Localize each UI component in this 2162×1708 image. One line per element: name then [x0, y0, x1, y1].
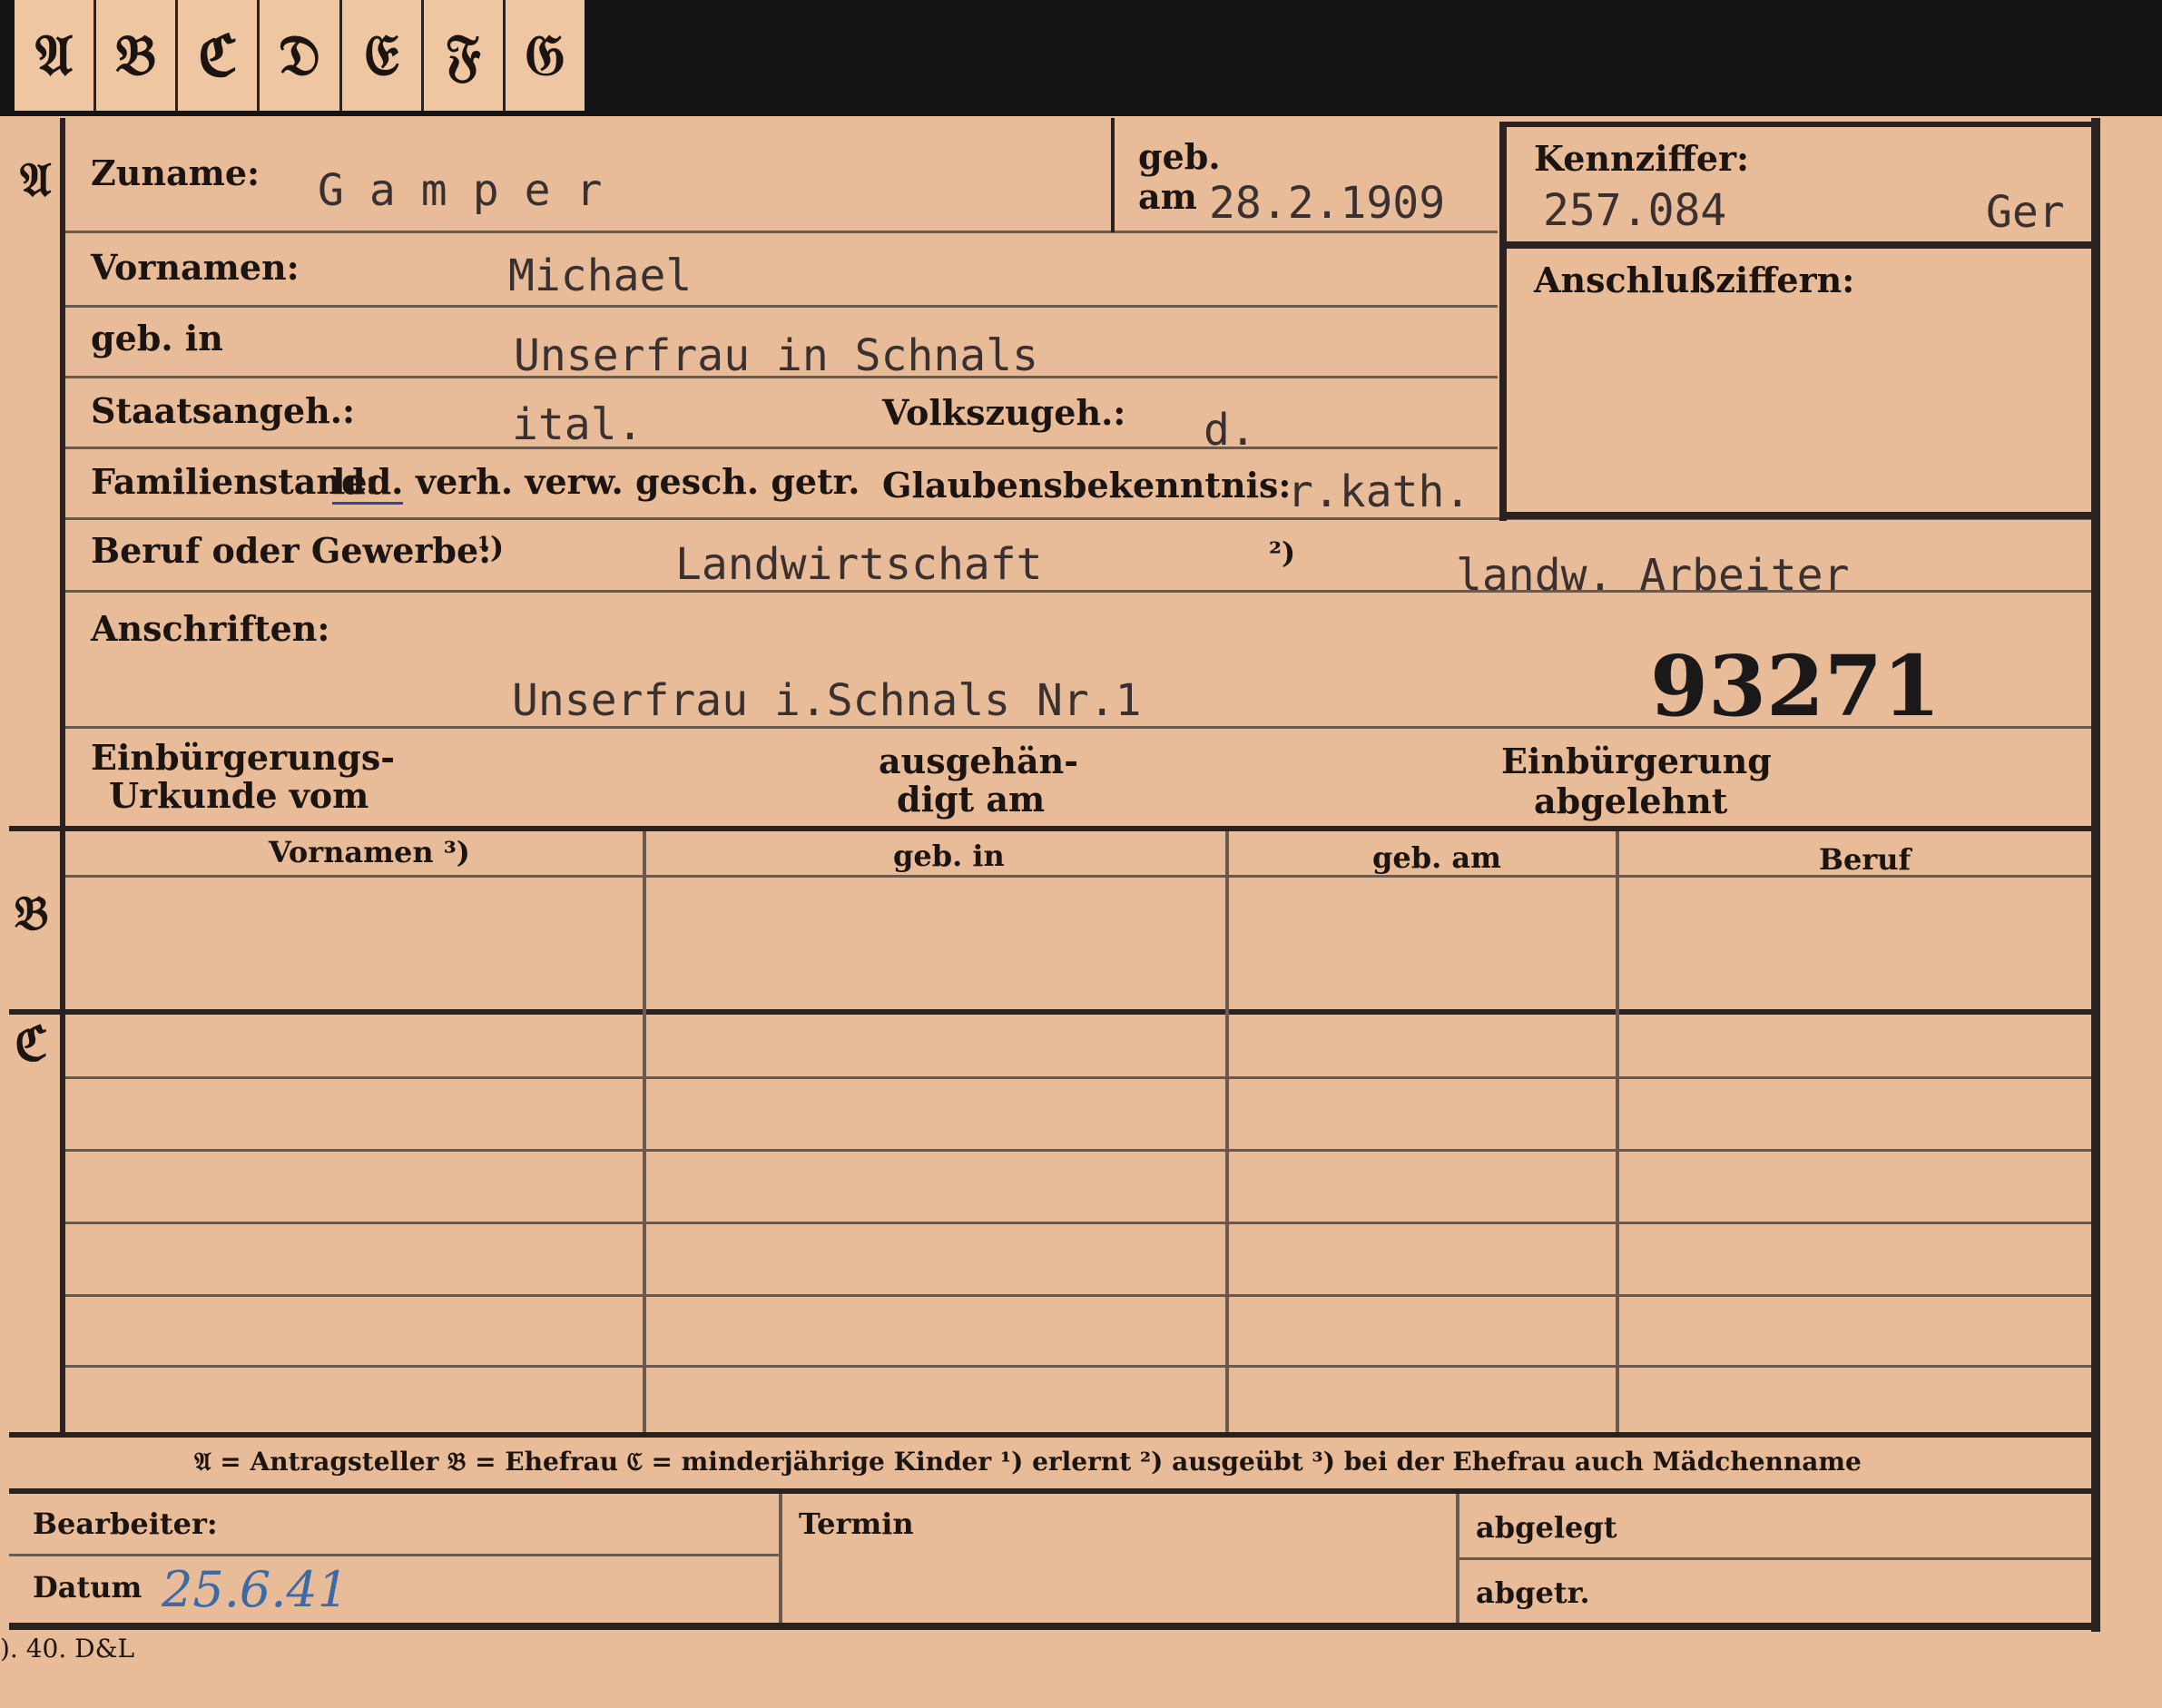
ausg-label-line2: digt am — [897, 779, 1046, 820]
rule — [65, 1222, 2091, 1224]
rule — [1459, 1557, 2091, 1560]
geb-in-value: Unserfrau in Schnals — [514, 330, 1038, 381]
beruf-value-2: landw. Arbeiter — [1456, 550, 1850, 601]
tab-c: ℭ — [178, 0, 260, 111]
legend-bottom — [9, 1488, 2093, 1494]
tab-a: 𝔄 — [15, 0, 97, 111]
beruf-value-1: Landwirtschaft — [675, 539, 1043, 590]
kennziffer-box-bottom — [1499, 512, 2091, 519]
bearbeiter-label: Bearbeiter: — [33, 1507, 218, 1541]
tab-g: 𝔊 — [525, 22, 565, 88]
kennziffer-box-mid — [1499, 241, 2091, 249]
rule — [65, 1294, 2091, 1297]
kennziffer-label: Kennziffer: — [1534, 138, 1750, 179]
familienstand-led: led. — [332, 461, 404, 505]
b-header-geb-in: geb. in — [893, 839, 1005, 873]
beruf-label: Beruf oder Gewerbe: — [91, 530, 492, 571]
zuname-label: Zuname: — [91, 152, 260, 193]
einb-label-line2: Urkunde vom — [109, 775, 369, 816]
geb-am-value: 28.2.1909 — [1209, 178, 1446, 229]
datum-label: Datum — [33, 1570, 142, 1605]
staats-value: ital. — [512, 399, 644, 450]
stamp-number: 93271 — [1650, 637, 1941, 735]
geb-divider — [1111, 118, 1115, 232]
rule — [65, 1365, 2091, 1368]
geb-label: geb. — [1138, 136, 1221, 177]
rule — [9, 1554, 779, 1556]
legend: 𝔄 = Antragsteller 𝔅 = Ehefrau ℭ = minder… — [194, 1447, 1862, 1477]
section-c-letter: ℭ — [15, 1016, 48, 1072]
col-line — [1225, 831, 1229, 1432]
footer-divider — [779, 1494, 782, 1623]
b-header-geb-am: geb. am — [1372, 840, 1501, 875]
geb-in-label: geb. in — [91, 318, 223, 358]
tab-e: 𝔈 — [342, 0, 424, 111]
glaube-value: r.kath. — [1287, 466, 1471, 517]
kennziffer-suffix: Ger — [1986, 187, 2065, 238]
section-c-bottom — [9, 1432, 2093, 1438]
section-a-bottom — [9, 826, 2093, 831]
rule — [65, 305, 1498, 308]
beruf-mark-2: ²) — [1269, 535, 1296, 570]
right-border — [2091, 118, 2100, 1632]
anschrift-value: Unserfrau i.Schnals Nr.1 — [512, 675, 1142, 726]
glaube-label: Glaubensbekenntnis: — [882, 465, 1292, 506]
bottom-border — [9, 1623, 2097, 1630]
abgelegt-label: abgelegt — [1476, 1510, 1617, 1545]
b-header-beruf: Beruf — [1819, 842, 1911, 877]
volks-label: Volkszugeh.: — [882, 392, 1126, 433]
section-a-letter: 𝔄 — [20, 152, 52, 208]
col-line — [643, 831, 646, 1432]
rule — [65, 1149, 2091, 1152]
section-column-line — [60, 118, 65, 1434]
section-b-letter: 𝔅 — [15, 886, 49, 941]
vornamen-value: Michael — [508, 250, 693, 301]
staats-label: Staatsangeh.: — [91, 390, 356, 431]
tab-b: 𝔅 — [96, 0, 179, 111]
print-code: ). 40. D&L — [0, 1634, 135, 1664]
abgel-label-line1: Einbürgerung — [1501, 741, 1772, 781]
kennziffer-value: 257.084 — [1543, 185, 1727, 236]
rule — [65, 875, 2091, 878]
zuname-value: Gamper — [318, 165, 628, 216]
abgetr-label: abgetr. — [1476, 1575, 1590, 1610]
abgel-label-line2: abgelehnt — [1534, 780, 1728, 821]
index-tabs: 𝔄 𝔅 ℭ 𝔇 𝔈 𝔉 𝔊 — [15, 0, 585, 111]
einb-label-line1: Einbürgerungs- — [91, 737, 396, 778]
rule — [65, 231, 1498, 233]
tab-f: 𝔉 — [424, 0, 506, 111]
am-label: am — [1138, 176, 1197, 217]
col-line — [1616, 831, 1619, 1432]
tab-d: 𝔇 — [260, 0, 342, 111]
datum-value: 25.6.41 — [162, 1561, 349, 1618]
section-b-bottom — [9, 1009, 2093, 1015]
volks-value: d. — [1204, 405, 1256, 456]
ausg-label-line1: ausgehän- — [879, 741, 1079, 781]
vornamen-label: Vornamen: — [91, 247, 300, 288]
beruf-mark-1: ¹) — [477, 530, 505, 564]
rule — [65, 1076, 2091, 1079]
familienstand-options: verh. verw. gesch. getr. — [416, 461, 860, 502]
termin-label: Termin — [799, 1507, 914, 1541]
kennziffer-box-top — [1499, 122, 2091, 127]
anschriften-label: Anschriften: — [91, 608, 330, 649]
anschluss-label: Anschlußziffern: — [1534, 260, 1855, 300]
kennziffer-box-left — [1499, 122, 1507, 521]
rule — [65, 447, 1498, 449]
b-header-vornamen: Vornamen ³) — [269, 835, 470, 869]
